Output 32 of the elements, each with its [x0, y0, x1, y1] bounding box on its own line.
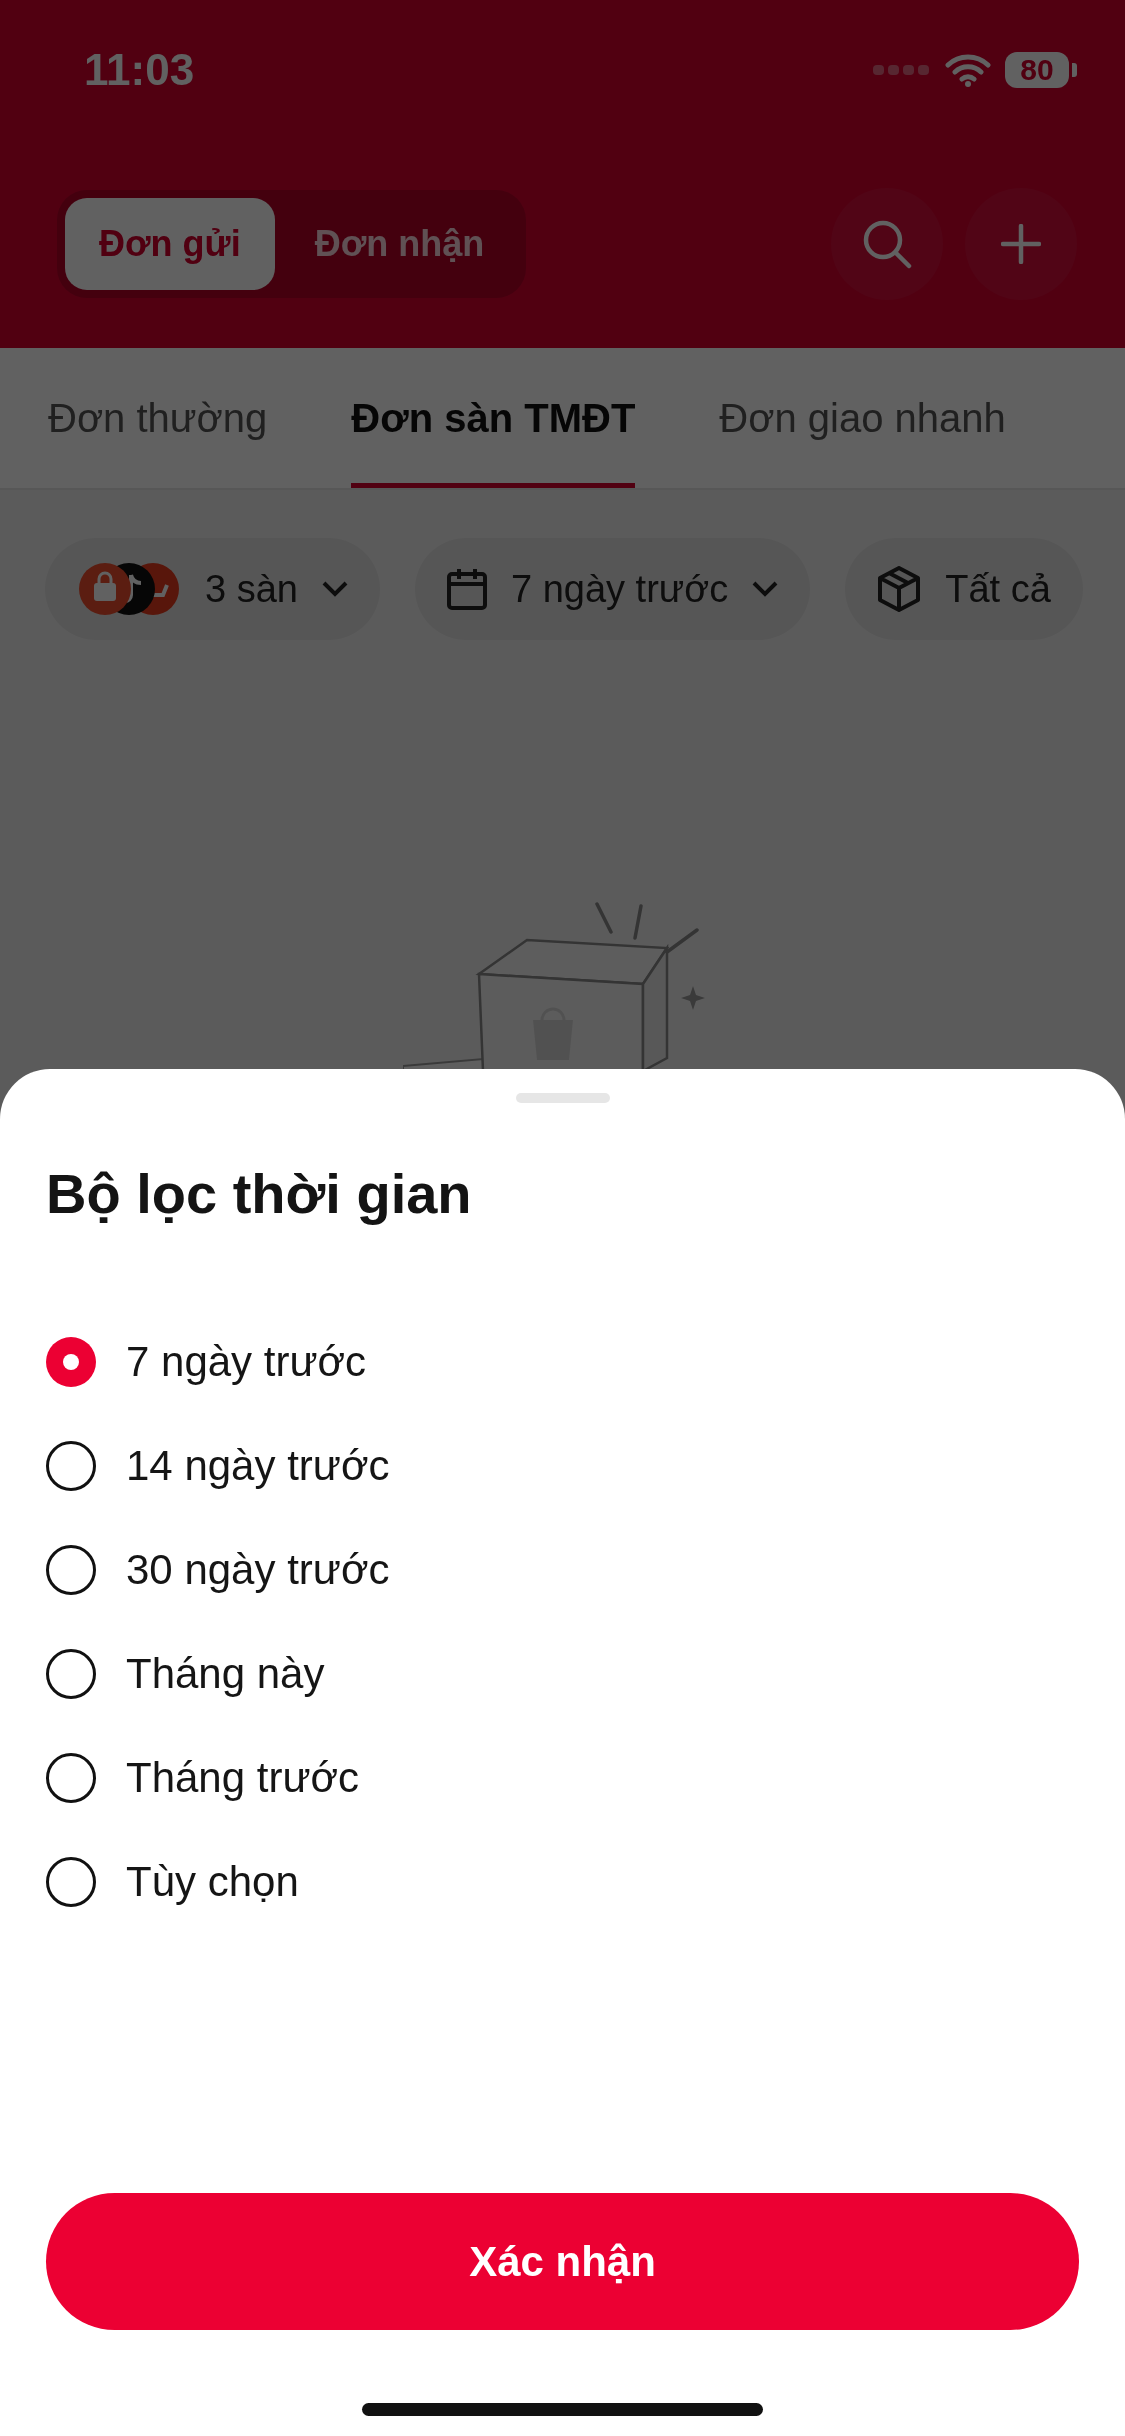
- store-logos-icon: [77, 561, 181, 617]
- box-icon: [877, 566, 922, 612]
- sheet-title: Bộ lọc thời gian: [46, 1161, 473, 1226]
- filter-chip[interactable]: Tất cả: [845, 538, 1083, 640]
- radio-button[interactable]: [46, 1337, 96, 1387]
- option-label[interactable]: 30 ngày trước: [126, 1546, 390, 1594]
- search-icon: [861, 218, 913, 270]
- radio-button[interactable]: [46, 1441, 96, 1491]
- status-time: 11:03: [84, 45, 195, 95]
- radio-button[interactable]: [46, 1649, 96, 1699]
- calendar-icon: [446, 568, 487, 610]
- filter-chip[interactable]: 7 ngày trước: [414, 538, 811, 640]
- option-label[interactable]: Tùy chọn: [126, 1858, 299, 1906]
- option-label[interactable]: 14 ngày trước: [126, 1442, 390, 1490]
- segment-tab[interactable]: Đơn gửi: [65, 198, 275, 290]
- option-label[interactable]: 7 ngày trước: [126, 1338, 367, 1386]
- order-tab[interactable]: Đơn giao nhanh: [719, 348, 1006, 488]
- drag-handle[interactable]: [515, 1093, 610, 1103]
- filter-chip[interactable]: 3 sàn: [45, 538, 380, 640]
- confirm-button[interactable]: Xác nhận: [46, 2193, 1079, 2330]
- order-tab[interactable]: Đơn thường: [48, 348, 268, 488]
- radio-button[interactable]: [46, 1857, 96, 1907]
- option-label[interactable]: Tháng trước: [126, 1754, 360, 1802]
- chevron-down-icon: [321, 581, 348, 597]
- radio-button[interactable]: [46, 1753, 96, 1803]
- segment-tab[interactable]: Đơn nhận: [280, 198, 519, 290]
- plus-icon: [1001, 224, 1041, 264]
- order-tab[interactable]: Đơn sàn TMĐT: [351, 348, 636, 488]
- option-label[interactable]: Tháng này: [126, 1650, 325, 1698]
- chevron-down-icon: [752, 581, 779, 597]
- radio-button[interactable]: [46, 1545, 96, 1595]
- wifi-icon: [945, 53, 991, 87]
